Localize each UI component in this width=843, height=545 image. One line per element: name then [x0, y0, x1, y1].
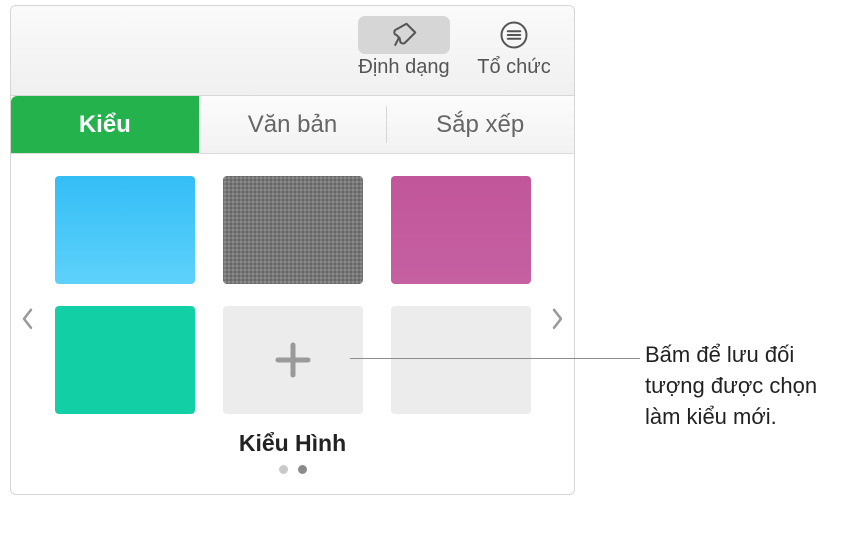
style-swatch-grid: [25, 176, 560, 414]
page-dot-active[interactable]: [298, 465, 307, 474]
add-style-button[interactable]: [223, 306, 363, 414]
style-content: Kiểu Hình: [11, 154, 574, 494]
tab-style[interactable]: Kiểu: [11, 96, 199, 153]
organize-toolbar-button[interactable]: Tổ chức: [468, 16, 560, 79]
next-styles-button[interactable]: [546, 306, 568, 332]
style-swatch-teal[interactable]: [55, 306, 195, 414]
chevron-left-icon: [21, 308, 35, 330]
prev-styles-button[interactable]: [17, 306, 39, 332]
format-toolbar-button[interactable]: Định dạng: [358, 16, 450, 79]
format-label: Định dạng: [358, 56, 449, 79]
style-swatch-blue[interactable]: [55, 176, 195, 284]
plus-icon: [270, 337, 316, 383]
style-swatch-gray[interactable]: [223, 176, 363, 284]
list-circle-icon: [499, 20, 529, 50]
inspector-tabs: Kiểu Văn bản Sắp xếp: [11, 96, 574, 154]
callout-line: [350, 358, 640, 359]
tab-text-label: Văn bản: [248, 111, 337, 139]
style-swatch-pink[interactable]: [391, 176, 531, 284]
style-swatch-empty[interactable]: [391, 306, 531, 414]
toolbar: Định dạng Tổ chức: [11, 6, 574, 96]
section-label: Kiểu Hình: [25, 430, 560, 457]
tab-arrange[interactable]: Sắp xếp: [386, 96, 574, 153]
page-dot[interactable]: [279, 465, 288, 474]
tab-style-label: Kiểu: [79, 111, 131, 139]
inspector-panel: Định dạng Tổ chức Kiểu Văn bản Sắp xếp: [10, 5, 575, 495]
callout-text: Bấm để lưu đối tượng được chọn làm kiểu …: [645, 340, 843, 432]
page-dots: [25, 465, 560, 474]
organize-label: Tổ chức: [477, 56, 550, 79]
tab-arrange-label: Sắp xếp: [436, 111, 524, 139]
tab-text[interactable]: Văn bản: [199, 96, 387, 153]
chevron-right-icon: [550, 308, 564, 330]
paintbrush-icon: [389, 20, 419, 50]
